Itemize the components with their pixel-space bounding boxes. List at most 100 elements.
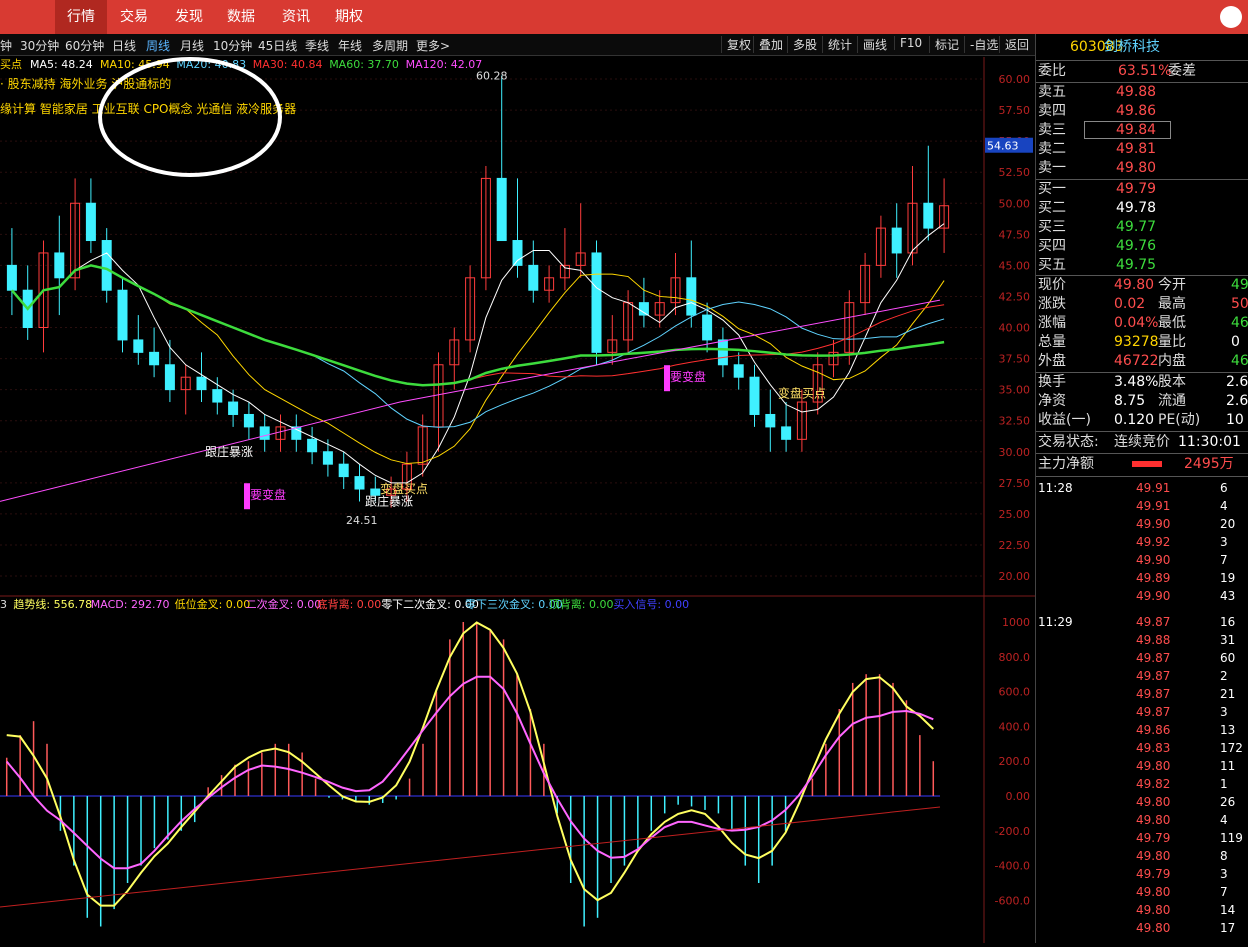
candle-body bbox=[765, 413, 776, 428]
flow-label: 主力净额 bbox=[1038, 456, 1094, 472]
period-9[interactable]: 年线 bbox=[338, 37, 362, 54]
signal-annotation: 变盘买点 bbox=[380, 481, 428, 496]
tick-volume: 3 bbox=[1220, 705, 1228, 719]
candle-body bbox=[717, 339, 728, 366]
tick-time: 11:29 bbox=[1038, 615, 1073, 629]
tool-btn-6[interactable]: 标记 bbox=[929, 36, 964, 53]
macd-header-item: 3 bbox=[0, 598, 7, 611]
tool-btn-2[interactable]: 多股 bbox=[787, 36, 822, 53]
tick-volume: 20 bbox=[1220, 517, 1236, 531]
sell-price: 49.86 bbox=[1116, 103, 1157, 119]
tick-row: 49.89 19 bbox=[1036, 569, 1248, 588]
tick-row: 49.80 4 bbox=[1036, 811, 1248, 830]
candle-body bbox=[259, 426, 270, 440]
divider bbox=[1036, 60, 1248, 61]
stat2-label-2: 股本 bbox=[1158, 374, 1186, 390]
period-8[interactable]: 季线 bbox=[305, 37, 329, 54]
period-5[interactable]: 月线 bbox=[180, 37, 204, 54]
menu-3[interactable]: 数据 bbox=[215, 0, 267, 34]
candle-body bbox=[6, 264, 17, 291]
period-0[interactable]: 钟 bbox=[0, 37, 12, 54]
tick-volume: 26 bbox=[1220, 795, 1236, 809]
period-6[interactable]: 10分钟 bbox=[213, 37, 252, 54]
candle-body bbox=[85, 202, 96, 242]
tick-price: 49.86 bbox=[1136, 723, 1171, 737]
tick-price: 49.79 bbox=[1136, 867, 1171, 881]
tick-volume: 6 bbox=[1220, 481, 1228, 495]
weibi-label: 委比 bbox=[1038, 63, 1066, 79]
period-2[interactable]: 60分钟 bbox=[65, 37, 104, 54]
period-7[interactable]: 45日线 bbox=[258, 37, 297, 54]
period-1[interactable]: 30分钟 bbox=[20, 37, 59, 54]
tick-volume: 4 bbox=[1220, 499, 1228, 513]
tick-price: 49.80 bbox=[1136, 759, 1171, 773]
tick-price: 49.87 bbox=[1136, 705, 1171, 719]
stat-value-2: 49 bbox=[1231, 277, 1248, 293]
tick-volume: 21 bbox=[1220, 687, 1236, 701]
tick-price: 49.91 bbox=[1136, 481, 1171, 495]
tool-btn-7[interactable]: -自选 bbox=[964, 36, 1003, 53]
kline-chart-panel[interactable]: 60.0057.5055.0052.5050.0047.5045.0042.50… bbox=[0, 57, 1035, 597]
menu-1[interactable]: 交易 bbox=[108, 0, 160, 34]
trend-line bbox=[6, 621, 934, 907]
tick-price: 49.80 bbox=[1136, 903, 1171, 917]
tool-btn-3[interactable]: 统计 bbox=[822, 36, 857, 53]
y-tick: 35.00 bbox=[999, 384, 1031, 397]
sell-price: 49.81 bbox=[1116, 141, 1157, 157]
candle-body bbox=[243, 413, 254, 428]
stat2-value-2: 2.6 bbox=[1226, 393, 1248, 409]
menu-0[interactable]: 行情 bbox=[55, 0, 107, 34]
y-tick: 37.50 bbox=[999, 353, 1031, 366]
buy-row: 买三 49.77 bbox=[1036, 218, 1248, 237]
signal-annotation: 跟庄暴涨 bbox=[205, 444, 253, 459]
menu-4[interactable]: 资讯 bbox=[270, 0, 322, 34]
candle-body bbox=[496, 177, 507, 242]
ma-label: MA120: 42.07 bbox=[406, 58, 483, 71]
close-icon[interactable] bbox=[1220, 6, 1242, 28]
flow-bar bbox=[1132, 461, 1162, 467]
kline-chart-svg: 60.0057.5055.0052.5050.0047.5045.0042.50… bbox=[0, 57, 1035, 597]
tool-btn-0[interactable]: 复权 bbox=[721, 36, 756, 53]
stat-value: 49.80 bbox=[1114, 277, 1155, 293]
divider bbox=[1036, 476, 1248, 477]
signal-annotation: 要变盘 bbox=[250, 487, 286, 502]
stat-row: 涨幅 0.04% 最低 46 bbox=[1036, 314, 1248, 333]
tool-btn-4[interactable]: 画线 bbox=[857, 36, 892, 53]
stat-label-2: 最高 bbox=[1158, 296, 1186, 312]
menu-5[interactable]: 期权 bbox=[323, 0, 375, 34]
y-tick: 57.50 bbox=[999, 104, 1031, 117]
period-10[interactable]: 多周期 bbox=[372, 37, 408, 54]
tick-volume: 4 bbox=[1220, 813, 1228, 827]
menu-2[interactable]: 发现 bbox=[163, 0, 215, 34]
macd-panel[interactable]: 1000 800.0 600.0 400.0 200.0 0.00 -200.0 -400.0… bbox=[0, 597, 1035, 943]
macd-chart-svg: 1000 800.0 600.0 400.0 200.0 0.00 -200.0 -400.0… bbox=[0, 597, 1031, 943]
tick-price: 49.88 bbox=[1136, 633, 1171, 647]
tick-row: 49.82 1 bbox=[1036, 775, 1248, 794]
sell-price: 49.80 bbox=[1116, 160, 1157, 176]
tick-price: 49.83 bbox=[1136, 741, 1171, 755]
sell-row: 卖四 49.86 bbox=[1036, 102, 1248, 121]
tool-btn-1[interactable]: 叠加 bbox=[753, 36, 788, 53]
period-3[interactable]: 日线 bbox=[112, 37, 136, 54]
macd-header-item: 顶背离: 0.00 bbox=[549, 597, 614, 611]
candle-body bbox=[702, 314, 713, 341]
divider bbox=[1036, 453, 1248, 454]
stock-name: 剑桥科技 bbox=[1104, 39, 1160, 55]
period-11[interactable]: 更多> bbox=[416, 37, 450, 54]
buy-price: 49.75 bbox=[1116, 257, 1157, 273]
stat-value-2: 0 bbox=[1231, 334, 1240, 350]
buy-label: 买四 bbox=[1038, 238, 1066, 254]
buy-label: 买三 bbox=[1038, 219, 1066, 235]
tick-row: 49.80 11 bbox=[1036, 757, 1248, 776]
stat-row: 外盘 46722 内盘 46 bbox=[1036, 352, 1248, 371]
tick-price: 49.92 bbox=[1136, 535, 1171, 549]
tick-row: 49.87 21 bbox=[1036, 685, 1248, 704]
stat2-label-2: PE(动) bbox=[1158, 412, 1201, 428]
trade-state: 交易状态: 连续竞价 11:30:01 bbox=[1036, 433, 1248, 452]
stat-label-2: 内盘 bbox=[1158, 353, 1186, 369]
macd-y-tick: 400.0 bbox=[999, 720, 1031, 733]
period-4[interactable]: 周线 bbox=[146, 37, 170, 54]
tool-btn-8[interactable]: 返回 bbox=[999, 36, 1034, 53]
weicha-label: 委差 bbox=[1168, 63, 1196, 79]
tool-btn-5[interactable]: F10 bbox=[894, 36, 927, 50]
